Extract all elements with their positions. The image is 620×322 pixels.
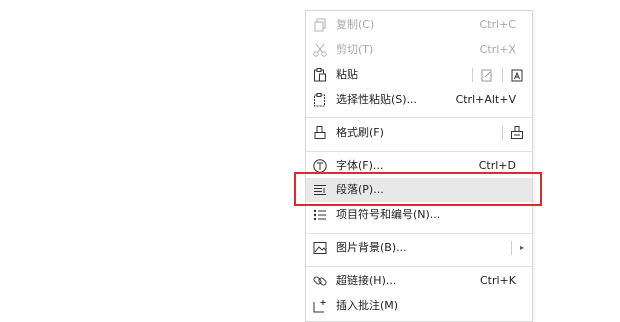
menu-label-insert-comment: 插入批注(M) <box>336 299 399 312</box>
bullet-list-icon <box>313 209 326 221</box>
menu-item-bullets-numbering[interactable]: 项目符号和编号(N)... <box>306 203 532 227</box>
menu-label-copy: 复制(C) <box>336 18 375 31</box>
paste-text-only-icon[interactable] <box>509 67 525 83</box>
menu-label-paste-special: 选择性粘贴(S)... <box>336 93 418 106</box>
menu-item-copy[interactable]: 复制(C) Ctrl+C <box>306 13 532 37</box>
menu-separator <box>306 266 532 267</box>
shortcut-copy: Ctrl+C <box>479 18 516 31</box>
menu-item-insert-comment[interactable]: 插入批注(M) <box>306 294 532 318</box>
paste-divider-right <box>502 68 503 82</box>
menu-separator <box>306 233 532 234</box>
scissors-icon <box>313 43 327 57</box>
format-divider <box>502 126 503 140</box>
paste-format-icon[interactable] <box>479 67 495 83</box>
shortcut-cut: Ctrl+X <box>479 43 516 56</box>
copy-icon <box>314 18 326 32</box>
clipboard-icon <box>314 68 326 82</box>
menu-label-font: 字体(F)... <box>336 159 384 172</box>
menu-item-cut[interactable]: 剪切(T) Ctrl+X <box>306 38 532 62</box>
image-icon <box>313 242 327 254</box>
menu-item-format-painter[interactable]: 格式刷(F) <box>306 121 532 145</box>
menu-label-bullets-numbering: 项目符号和编号(N)... <box>336 208 441 221</box>
paste-special-icon <box>314 93 325 107</box>
menu-separator <box>306 151 532 152</box>
menu-label-paste: 粘贴 <box>336 68 358 81</box>
menu-label-picture-background: 图片背景(B)... <box>336 241 407 254</box>
comment-add-icon <box>313 300 326 313</box>
menu-item-paste[interactable]: 粘贴 <box>306 63 532 87</box>
menu-item-hyperlink[interactable]: 超链接(H)... Ctrl+K <box>306 269 532 293</box>
format-painter-sticky-icon[interactable] <box>509 125 525 141</box>
menu-label-hyperlink: 超链接(H)... <box>336 274 397 287</box>
shortcut-font: Ctrl+D <box>478 159 516 172</box>
shortcut-hyperlink: Ctrl+K <box>479 274 516 287</box>
submenu-divider <box>511 241 512 255</box>
menu-item-paste-special[interactable]: 选择性粘贴(S)... Ctrl+Alt+V <box>306 88 532 112</box>
menu-separator <box>306 117 532 118</box>
format-brush-icon <box>314 126 326 139</box>
shortcut-paste-special: Ctrl+Alt+V <box>455 93 516 106</box>
menu-item-picture-background[interactable]: 图片背景(B)... ▸ <box>306 236 532 260</box>
paste-divider-left <box>472 68 473 82</box>
submenu-arrow-icon: ▸ <box>519 243 524 252</box>
context-menu: 复制(C) Ctrl+C 剪切(T) Ctrl+X 粘贴 选择性粘贴(S)...… <box>305 10 533 322</box>
menu-label-format-painter: 格式刷(F) <box>336 126 384 139</box>
highlight-annotation-box <box>294 172 542 206</box>
menu-label-cut: 剪切(T) <box>336 43 374 56</box>
link-icon <box>313 276 327 286</box>
